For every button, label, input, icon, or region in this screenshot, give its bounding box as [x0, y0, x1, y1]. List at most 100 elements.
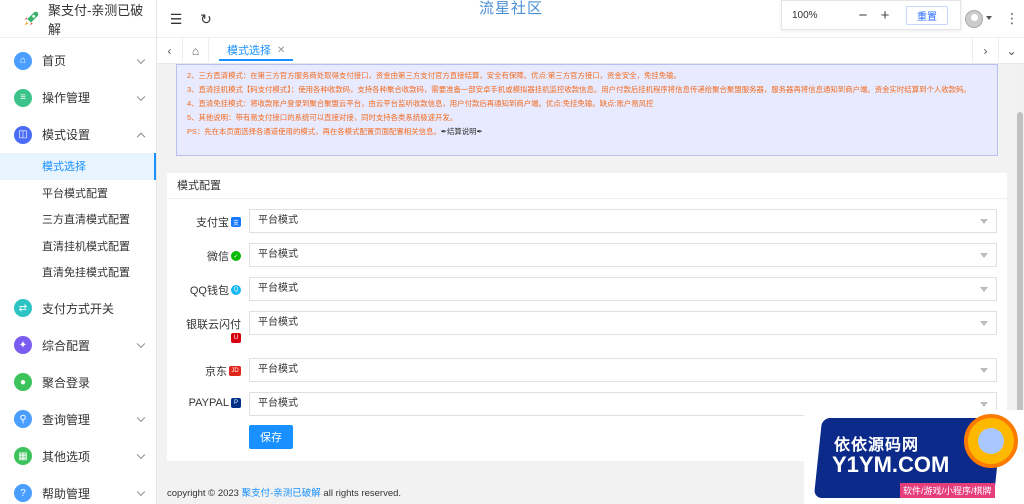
save-button[interactable]: 保存 [249, 425, 293, 449]
row-wechat: 微信 ✓ 平台模式 [167, 243, 1007, 267]
more-options-icon[interactable]: ⋮ [1005, 10, 1019, 27]
sidebar-item-general-config[interactable]: ✦ 综合配置 [0, 327, 156, 364]
jd-mode-select[interactable]: 平台模式 [249, 358, 997, 382]
zoom-reset-button[interactable]: 重置 [906, 5, 948, 25]
app-title: 聚支付-亲测已破解 [47, 2, 144, 37]
notice-line: 5、其他说明：带有易支付接口的系统可以直接对接，同时支持各类系统极速开发。 [187, 113, 458, 122]
row-label-text: 支付宝 [196, 217, 229, 229]
refresh-icon[interactable]: ↻ [197, 10, 215, 28]
sidebar-item-label: 查询管理 [42, 412, 91, 427]
rocket-icon [24, 11, 39, 25]
sidebar-subitem-no-hang-config[interactable]: 直清免挂模式配置 [0, 259, 156, 286]
sidebar-item-other[interactable]: ▦ 其他选项 [0, 438, 156, 475]
tab-scroll-right-icon[interactable]: › [972, 38, 998, 64]
chevron-down-icon [136, 92, 146, 101]
row-unionpay: 银联云闪付 U 平台模式 [167, 311, 1007, 349]
config-icon: ✦ [14, 336, 32, 354]
sidebar-item-label: 综合配置 [42, 338, 91, 353]
sidebar-item-label: 操作管理 [42, 91, 91, 105]
home-tab-icon[interactable]: ⌂ [183, 38, 209, 64]
site-title: 流星社区 [479, 0, 544, 17]
sidebar-subitem-third-party-config[interactable]: 三方直清模式配置 [0, 206, 156, 233]
footer-link[interactable]: 聚支付-亲测已破解 [242, 488, 321, 499]
alipay-label: 支付宝支 [196, 214, 241, 230]
notice-line: 3、直清挂机模式【码支付模式】：使用各种收款码，支持各种聚合收款码，需要准备一部… [187, 85, 971, 94]
footer: copyright © 2023 聚支付-亲测已破解 all rights re… [167, 485, 401, 499]
footer-prefix: copyright © 2023 [167, 488, 239, 499]
sidebar-item-label: 支付方式开关 [42, 301, 115, 316]
zoom-in-button[interactable]: + [876, 7, 894, 24]
sidebar-subitem-platform-config[interactable]: 平台模式配置 [0, 180, 156, 207]
close-icon[interactable]: ✕ [277, 45, 285, 56]
row-label-text: 银联云闪付 [186, 319, 241, 331]
sidebar-item-operation[interactable]: ≡ 操作管理 [0, 79, 156, 116]
login-icon: ● [14, 373, 32, 391]
chevron-down-icon [136, 339, 146, 349]
switch-icon: ⇄ [14, 299, 32, 317]
card-title: 模式配置 [167, 173, 1007, 199]
magnifier-icon [964, 414, 1018, 468]
sidebar-item-help[interactable]: ? 帮助管理 [0, 475, 156, 504]
notice-ps-text: PS：先在本页面选择各通道使用的模式，再在各模式配置页面配置相关信息。 [187, 127, 441, 136]
app-root: 聚支付-亲测已破解 ⌂ 首页 ≡ 操作管理 ◫ 模式设置 模式选择 平台模式配置… [0, 0, 1024, 504]
wechat-icon: ✓ [231, 251, 241, 261]
avatar[interactable] [965, 10, 983, 28]
jd-label: 京东 JD [205, 363, 241, 379]
zoom-control: 100% − + 重置 [781, 0, 961, 30]
row-alipay: 支付宝支 平台模式 [167, 209, 1007, 233]
notice-line: 4、直清免挂模式：将收款账户登录到聚合聚盟云平台，由云平台监听收款信息，用户付款… [187, 99, 654, 108]
settlement-link[interactable]: ✒结算说明✒ [441, 127, 483, 136]
tab-mode-select[interactable]: 模式选择 ✕ [219, 41, 294, 61]
sliders-icon: ≡ [14, 88, 32, 107]
sidebar-subitem-mode-select[interactable]: 模式选择 [0, 153, 156, 180]
sidebar-item-label: 帮助管理 [42, 486, 91, 501]
chevron-down-icon [136, 55, 146, 64]
menu-toggle-icon[interactable]: ☰ [167, 10, 185, 28]
watermark-text-3: 软件/游戏/小程序/棋牌 [900, 483, 995, 498]
sidebar-subitem-hang-config[interactable]: 直清挂机模式配置 [0, 233, 156, 260]
unionpay-icon: U [231, 333, 241, 343]
mode-icon: ◫ [14, 125, 32, 144]
zoom-level: 100% [792, 9, 818, 21]
sidebar-item-mode-settings[interactable]: ◫ 模式设置 [0, 116, 156, 153]
chevron-down-icon [136, 450, 146, 460]
caret-down-icon[interactable] [986, 16, 992, 20]
jd-icon: JD [229, 366, 241, 376]
chevron-down-icon [136, 487, 146, 497]
row-jd: 京东 JD 平台模式 [167, 358, 1007, 382]
unionpay-label: 银联云闪付 U [186, 316, 241, 343]
tab-menu-chevron-icon[interactable]: ⌄ [998, 38, 1024, 64]
notice-ps: PS：先在本页面选择各通道使用的模式，再在各模式配置页面配置相关信息。✒结算说明… [187, 125, 987, 139]
home-icon: ⌂ [14, 51, 32, 70]
qq-wallet-mode-select[interactable]: 平台模式 [249, 277, 997, 301]
alipay-mode-select[interactable]: 平台模式 [249, 209, 997, 233]
paypal-label: PAYPAL P [189, 397, 241, 409]
sidebar: 聚支付-亲测已破解 ⌂ 首页 ≡ 操作管理 ◫ 模式设置 模式选择 平台模式配置… [0, 0, 157, 504]
row-label-text: 京东 [205, 366, 227, 378]
row-qq-wallet: QQ钱包 Q 平台模式 [167, 277, 1007, 301]
zoom-out-button[interactable]: − [854, 7, 872, 24]
wechat-label: 微信 ✓ [207, 248, 241, 264]
sidebar-item-home[interactable]: ⌂ 首页 [0, 42, 156, 79]
top-header: ☰ ↻ 流星社区 100% − + 重置 ⋮ [157, 0, 1024, 38]
sidebar-item-aggregate-login[interactable]: ● 聚合登录 [0, 364, 156, 401]
sidebar-item-label: 聚合登录 [42, 375, 91, 390]
sidebar-item-query[interactable]: ⚲ 查询管理 [0, 401, 156, 438]
search-icon: ⚲ [14, 410, 32, 428]
qq-wallet-label: QQ钱包 Q [190, 282, 241, 298]
chevron-down-icon [136, 413, 146, 423]
unionpay-mode-select[interactable]: 平台模式 [249, 311, 997, 335]
mode-notice: 2、三方直清模式：在第三方官方服务商处取得支付接口，资金由第三方支付官方直接结算… [176, 64, 998, 156]
wechat-mode-select[interactable]: 平台模式 [249, 243, 997, 267]
tab-scroll-left-icon[interactable]: ‹ [157, 38, 183, 64]
notice-line: 2、三方直清模式：在第三方官方服务商处取得支付接口，资金由第三方支付官方直接结算… [187, 71, 681, 80]
row-label-text: PAYPAL [188, 397, 229, 409]
sidebar-item-label: 模式设置 [42, 128, 91, 142]
row-label-text: 微信 [207, 251, 229, 263]
sidebar-item-label: 首页 [42, 54, 67, 68]
app-logo[interactable]: 聚支付-亲测已破解 [0, 0, 156, 38]
row-label-text: QQ钱包 [189, 285, 229, 297]
watermark-overlay: 依依源码网 Y1YM.COM 软件/游戏/小程序/棋牌 [804, 410, 1024, 504]
sidebar-item-payment-switch[interactable]: ⇄ 支付方式开关 [0, 290, 156, 327]
sidebar-item-label: 其他选项 [42, 449, 91, 464]
